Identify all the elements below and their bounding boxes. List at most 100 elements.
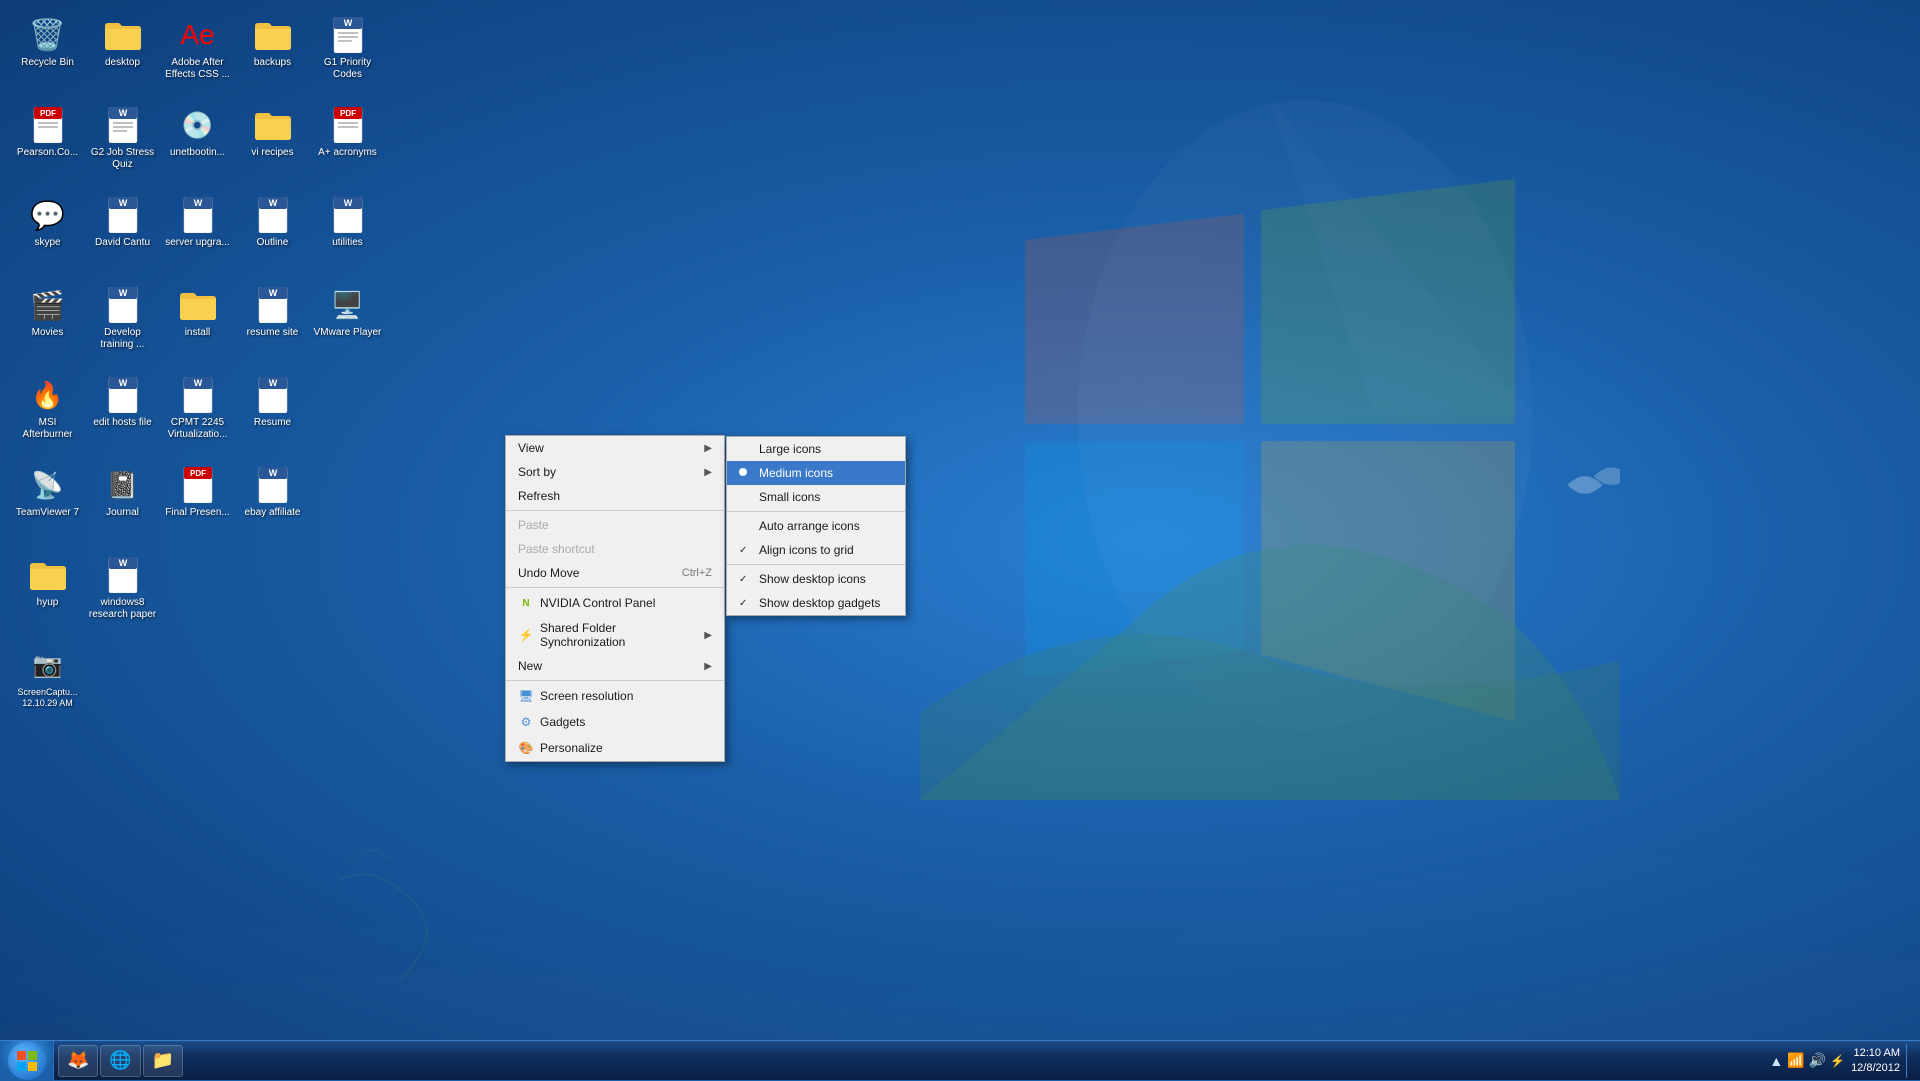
utilities-label: utilities (332, 237, 363, 249)
submenu-auto-arrange[interactable]: Auto arrange icons (727, 514, 905, 538)
desktop-icon-windows8-research[interactable]: W windows8 research paper (85, 550, 160, 640)
view-submenu-separator-1 (727, 511, 905, 512)
g1-priority-icon: W (328, 15, 368, 55)
context-menu-paste[interactable]: Paste (506, 513, 724, 537)
submenu-align-grid[interactable]: ✓ Align icons to grid (727, 538, 905, 562)
taskbar-firefox[interactable]: 🦊 (58, 1045, 98, 1077)
desktop-icon-teamviewer[interactable]: 📡 TeamViewer 7 (10, 460, 85, 550)
develop-training-label: Develop training ... (88, 327, 157, 351)
taskbar-ie[interactable]: 🌐 (100, 1045, 140, 1077)
context-menu-paste-shortcut[interactable]: Paste shortcut (506, 537, 724, 561)
desktop-icon-resume[interactable]: W Resume (235, 370, 310, 460)
paste-shortcut-label: Paste shortcut (518, 542, 595, 556)
desktop-icon-cpmt-2245[interactable]: W CPMT 2245 Virtualizatio... (160, 370, 235, 460)
desktop-icon-david-cantu[interactable]: W David Cantu (85, 190, 160, 280)
desktop-icon-recycle-bin[interactable]: 🗑️ Recycle Bin (10, 10, 85, 100)
undo-move-label: Undo Move (518, 566, 579, 580)
context-menu-shared-sync[interactable]: ⚡ Shared Folder Synchronization ▶ (506, 616, 724, 654)
vi-recipes-icon (253, 105, 293, 145)
desktop-icon-resume-site[interactable]: W resume site (235, 280, 310, 370)
skype-icon: 💬 (28, 195, 68, 235)
windows-start-icon (16, 1050, 38, 1072)
desktop-icon-g2-job-stress[interactable]: W G2 Job Stress Quiz (85, 100, 160, 190)
system-clock[interactable]: 12:10 AM 12/8/2012 (1851, 1046, 1900, 1075)
view-label: View (518, 441, 544, 455)
resume-icon: W (253, 375, 293, 415)
desktop-icon-screencapture[interactable]: 📷 ScreenCaptu...12.10.29 AM (10, 640, 85, 730)
large-icons-label: Large icons (759, 442, 821, 456)
desktop-icon-skype[interactable]: 💬 skype (10, 190, 85, 280)
context-menu: View ▶ Large icons Medium icons Small ic… (505, 435, 725, 762)
show-desktop-button[interactable] (1906, 1044, 1912, 1078)
context-menu-personalize[interactable]: 🎨 Personalize (506, 735, 724, 761)
context-menu-separator-2 (506, 587, 724, 588)
svg-text:W: W (268, 198, 277, 208)
tray-expand-icon[interactable]: ▲ (1769, 1053, 1783, 1069)
firefox-icon: 🦊 (67, 1050, 89, 1071)
pearson-label: Pearson.Co... (17, 147, 78, 159)
context-menu-sort-by[interactable]: Sort by ▶ (506, 460, 724, 484)
large-icons-checkmark (739, 444, 753, 455)
align-grid-check: ✓ (739, 545, 753, 556)
desktop-icon-install[interactable]: install (160, 280, 235, 370)
movies-icon: 🎬 (28, 285, 68, 325)
edit-hosts-file-icon: W (103, 375, 143, 415)
context-menu-nvidia[interactable]: N NVIDIA Control Panel (506, 590, 724, 616)
outline-icon: W (253, 195, 293, 235)
svg-text:W: W (118, 288, 127, 298)
desktop-icon-backups[interactable]: backups (235, 10, 310, 100)
desktop-icon-msi-afterburner[interactable]: 🔥 MSI Afterburner (10, 370, 85, 460)
desktop-icon-movies[interactable]: 🎬 Movies (10, 280, 85, 370)
desktop-icon-ebay-affiliate[interactable]: W ebay affiliate (235, 460, 310, 550)
desktop-icon-server-upgrade[interactable]: W server upgra... (160, 190, 235, 280)
desktop-icon-vmware[interactable]: 🖥️ VMware Player (310, 280, 385, 370)
context-menu-gadgets[interactable]: ⚙ Gadgets (506, 709, 724, 735)
start-button[interactable] (0, 1041, 54, 1081)
desktop-icon-utilities[interactable]: W utilities (310, 190, 385, 280)
vi-recipes-label: vi recipes (251, 147, 293, 159)
context-menu-screen-resolution[interactable]: 🖥 Screen resolution (506, 683, 724, 709)
desktop-icon-unetboot[interactable]: 💿 unetbootin... (160, 100, 235, 190)
taskbar-explorer[interactable]: 📁 (143, 1045, 183, 1077)
context-menu-refresh[interactable]: Refresh (506, 484, 724, 508)
desktop-icon-hyup[interactable]: hyup (10, 550, 85, 640)
outline-label: Outline (257, 237, 289, 249)
context-menu-undo-move[interactable]: Undo Move Ctrl+Z (506, 561, 724, 585)
volume-tray-icon[interactable]: 🔊 (1809, 1052, 1826, 1069)
windows8-research-label: windows8 research paper (88, 597, 157, 621)
desktop-icon-desktop[interactable]: desktop (85, 10, 160, 100)
auto-arrange-label: Auto arrange icons (759, 519, 860, 533)
network-tray-icon[interactable]: 📶 (1787, 1052, 1804, 1069)
desktop-icon-final-presentation[interactable]: PDF Final Presen... (160, 460, 235, 550)
windows8-research-icon: W (103, 555, 143, 595)
submenu-small-icons[interactable]: Small icons (727, 485, 905, 509)
desktop-icon-journal[interactable]: 📓 Journal (85, 460, 160, 550)
submenu-show-desktop-icons[interactable]: ✓ Show desktop icons (727, 567, 905, 591)
undo-move-shortcut: Ctrl+Z (682, 567, 712, 579)
battery-tray-icon[interactable]: ⚡ (1830, 1054, 1845, 1068)
taskbar: 🦊 🌐 📁 ▲ 📶 🔊 ⚡ 12:10 AM 12/8/2012 (0, 1040, 1920, 1080)
a-plus-acronyms-label: A+ acronyms (318, 147, 377, 159)
desktop-icon-pearson[interactable]: PDF Pearson.Co... (10, 100, 85, 190)
context-menu-view[interactable]: View ▶ Large icons Medium icons Small ic… (506, 436, 724, 460)
submenu-show-desktop-gadgets[interactable]: ✓ Show desktop gadgets (727, 591, 905, 615)
submenu-medium-icons[interactable]: Medium icons (727, 461, 905, 485)
desktop-icon-outline[interactable]: W Outline (235, 190, 310, 280)
svg-text:W: W (343, 198, 352, 208)
david-cantu-label: David Cantu (95, 237, 150, 249)
context-menu-new[interactable]: New ▶ (506, 654, 724, 678)
small-icons-label: Small icons (759, 490, 820, 504)
desktop-icon-adobe[interactable]: Ae Adobe After Effects CSS ... (160, 10, 235, 100)
desktop-icon-develop-training[interactable]: W Develop training ... (85, 280, 160, 370)
desktop-icon-vi-recipes[interactable]: vi recipes (235, 100, 310, 190)
msi-afterburner-icon: 🔥 (28, 375, 68, 415)
submenu-large-icons[interactable]: Large icons (727, 437, 905, 461)
svg-text:W: W (268, 288, 277, 298)
resume-site-icon: W (253, 285, 293, 325)
desktop-icon-a-plus-acronyms[interactable]: PDF A+ acronyms (310, 100, 385, 190)
screen-resolution-label: Screen resolution (540, 689, 633, 703)
gadgets-icon: ⚙ (518, 714, 534, 730)
desktop-icon-edit-hosts-file[interactable]: W edit hosts file (85, 370, 160, 460)
vmware-icon: 🖥️ (328, 285, 368, 325)
desktop-icon-g1-priority[interactable]: W G1 Priority Codes (310, 10, 385, 100)
